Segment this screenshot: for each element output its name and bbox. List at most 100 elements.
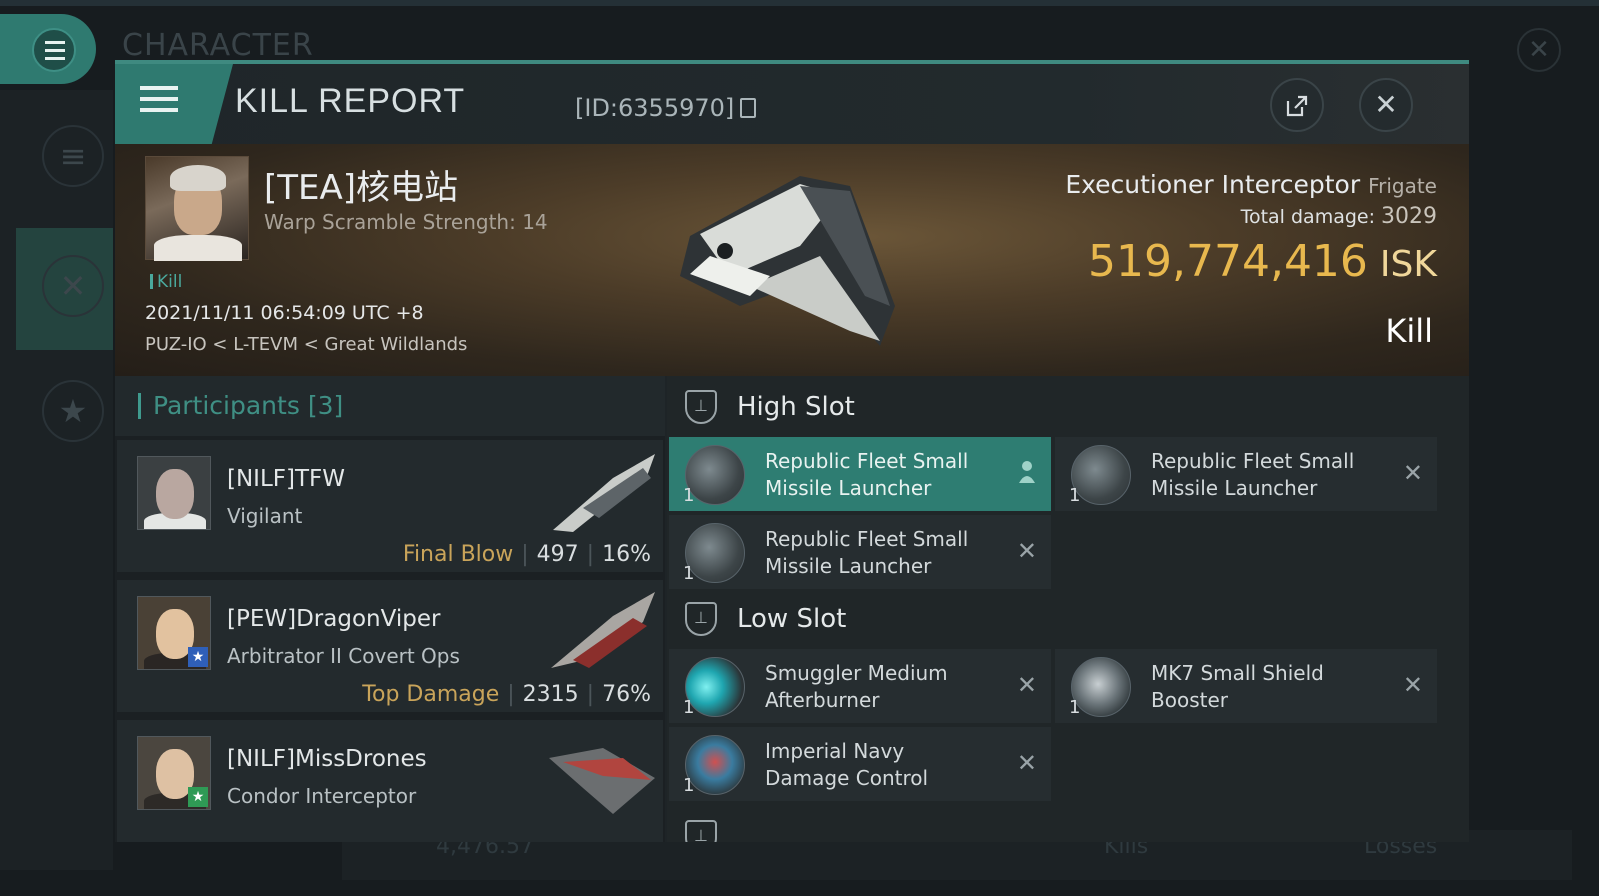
module-low-3[interactable]: 1 Imperial Navy Damage Control ✕ xyxy=(669,727,1051,801)
corp-star-badge: ★ xyxy=(188,787,208,807)
share-button[interactable] xyxy=(1270,78,1324,132)
avatar[interactable]: ★ xyxy=(137,736,211,810)
module-qty: 1 xyxy=(683,697,695,718)
participant-ship-image xyxy=(549,748,655,814)
participant-damage: 2315 xyxy=(522,682,579,707)
participant-percent: 16% xyxy=(602,542,651,567)
kill-result: Kill xyxy=(1385,312,1433,350)
kill-location[interactable]: PUZ-IO < L-TEVM < Great Wildlands xyxy=(145,334,467,355)
kill-report-modal: KILL REPORT [ID:6355970] ✕ [TEA]核电站 Warp… xyxy=(115,60,1469,842)
background-close-icon[interactable]: ✕ xyxy=(1517,28,1561,72)
module-high-2[interactable]: 1 Republic Fleet Small Missile Launcher ✕ xyxy=(1055,437,1437,511)
participants-header: Participants [3] xyxy=(115,376,665,436)
list-icon: ≡ xyxy=(42,125,104,187)
module-qty: 1 xyxy=(683,485,695,506)
participant-name[interactable]: [NILF]MissDrones xyxy=(227,746,427,772)
hamburger-icon xyxy=(32,28,76,72)
fitting-panel: ⊥ High Slot 1 Republic Fleet Small Missil… xyxy=(667,376,1469,842)
participants-heading: Participants xyxy=(153,391,300,420)
low-slot-icon: ⊥ xyxy=(685,602,717,636)
next-slot-header: ⊥ xyxy=(667,806,1469,842)
destroyed-icon: ✕ xyxy=(1016,671,1037,699)
module-name: Republic Fleet Small Missile Launcher xyxy=(765,527,969,578)
ship-class: Frigate xyxy=(1368,174,1437,198)
victim-portrait[interactable] xyxy=(145,156,249,261)
participant-ship: Condor Interceptor xyxy=(227,784,417,808)
low-slot-header: ⊥ Low Slot xyxy=(667,588,1469,648)
background-sidebar xyxy=(0,90,113,870)
victim-ship-name[interactable]: Executioner Interceptor Frigate xyxy=(1065,170,1437,199)
warp-scramble-strength: Warp Scramble Strength: 14 xyxy=(264,210,548,234)
victim-banner: [TEA]核电站 Warp Scramble Strength: 14 Kill… xyxy=(115,144,1469,376)
module-qty: 1 xyxy=(1069,697,1081,718)
star-icon: ★ xyxy=(42,380,104,442)
main-menu-button[interactable] xyxy=(0,14,96,84)
module-name: Republic Fleet Small Missile Launcher xyxy=(1151,449,1355,500)
final-blow-label: Final Blow xyxy=(402,542,514,567)
participants-count: [3] xyxy=(307,391,344,420)
slot-icon: ⊥ xyxy=(685,820,717,842)
ship-name-text: Executioner Interceptor xyxy=(1065,170,1361,199)
participant-name[interactable]: [NILF]TFW xyxy=(227,466,345,492)
share-icon xyxy=(1286,95,1308,117)
kill-tag-label: Kill xyxy=(157,272,183,292)
destroyed-icon: ✕ xyxy=(1016,537,1037,565)
module-low-2[interactable]: 1 MK7 Small Shield Booster ✕ xyxy=(1055,649,1437,723)
top-damage-label: Top Damage xyxy=(362,682,500,707)
participant-row[interactable]: ★ [PEW]DragonViper Arbitrator II Covert … xyxy=(117,580,663,716)
module-name: MK7 Small Shield Booster xyxy=(1151,661,1324,712)
participant-percent: 76% xyxy=(602,682,651,707)
module-qty: 1 xyxy=(683,563,695,584)
participant-row[interactable]: [NILF]TFW Vigilant Final Blow | 497 | 16% xyxy=(117,440,663,576)
participant-ship-image xyxy=(553,454,655,532)
close-icon: ✕ xyxy=(1374,88,1398,121)
modal-header: KILL REPORT [ID:6355970] ✕ xyxy=(115,64,1469,144)
module-low-1[interactable]: 1 Smuggler Medium Afterburner ✕ xyxy=(669,649,1051,723)
total-damage-label: Total damage: xyxy=(1240,206,1375,228)
participant-ship: Vigilant xyxy=(227,504,303,528)
kill-tag: Kill xyxy=(150,272,182,292)
destroyed-icon: ✕ xyxy=(1402,459,1423,487)
low-slot-label: Low Slot xyxy=(737,604,847,634)
participant-damage: 497 xyxy=(536,542,579,567)
corp-star-badge: ★ xyxy=(188,647,208,667)
high-slot-header: ⊥ High Slot xyxy=(667,376,1469,436)
participant-row[interactable]: ★ [NILF]MissDrones Condor Interceptor xyxy=(117,720,663,842)
kill-timestamp: 2021/11/11 06:54:09 UTC +8 xyxy=(145,302,424,324)
participant-name[interactable]: [PEW]DragonViper xyxy=(227,606,440,632)
participant-ship: Arbitrator II Covert Ops xyxy=(227,644,460,668)
isk-amount: 519,774,416 xyxy=(1088,236,1368,287)
total-damage: Total damage: 3029 xyxy=(1241,204,1437,229)
high-slot-icon: ⊥ xyxy=(685,390,717,424)
module-high-1[interactable]: 1 Republic Fleet Small Missile Launcher xyxy=(669,437,1051,511)
background-topbar xyxy=(0,0,1599,6)
victim-name[interactable]: [TEA]核电站 xyxy=(264,160,458,209)
high-slot-label: High Slot xyxy=(737,392,855,422)
module-qty: 1 xyxy=(1069,485,1081,506)
avatar[interactable]: ★ xyxy=(137,596,211,670)
kill-id: [ID:6355970] xyxy=(575,94,735,122)
destroyed-icon: ✕ xyxy=(1016,749,1037,777)
destroyed-icon: ✕ xyxy=(1402,671,1423,699)
modal-menu-button[interactable] xyxy=(115,64,233,144)
module-high-3[interactable]: 1 Republic Fleet Small Missile Launcher ✕ xyxy=(669,515,1051,589)
isk-value: 519,774,416 ISK xyxy=(1088,236,1437,287)
total-damage-value: 3029 xyxy=(1381,204,1437,229)
participants-panel: Participants [3] [NILF]TFW Vigilant Fina… xyxy=(115,376,665,842)
background-title: CHARACTER xyxy=(122,28,314,63)
participant-ship-image xyxy=(551,592,655,668)
participant-stats: Final Blow | 497 | 16% xyxy=(402,542,651,567)
module-qty: 1 xyxy=(683,775,695,796)
close-button[interactable]: ✕ xyxy=(1359,78,1413,132)
module-name: Republic Fleet Small Missile Launcher xyxy=(765,449,969,500)
copy-icon[interactable] xyxy=(740,98,756,118)
module-name: Smuggler Medium Afterburner xyxy=(765,661,948,712)
person-icon xyxy=(1019,461,1035,483)
isk-unit: ISK xyxy=(1379,244,1437,285)
module-name: Imperial Navy Damage Control xyxy=(765,739,929,790)
page-title: KILL REPORT xyxy=(235,82,466,120)
victim-ship-image[interactable] xyxy=(650,156,910,366)
crossed-swords-icon: ✕ xyxy=(42,255,104,317)
avatar[interactable] xyxy=(137,456,211,530)
hamburger-icon xyxy=(140,86,178,90)
